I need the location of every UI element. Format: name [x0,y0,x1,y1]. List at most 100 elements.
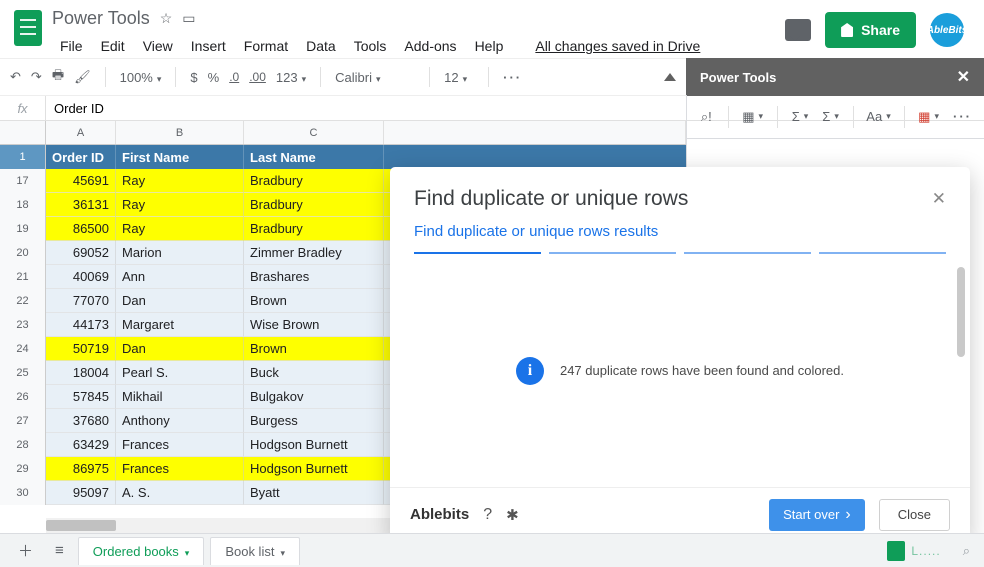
cell[interactable]: Anthony [116,409,244,433]
cell[interactable]: Hodgson Burnett [244,457,384,481]
row-header[interactable]: 24 [0,337,46,361]
bug-icon[interactable]: ✱ [506,506,519,524]
cell[interactable]: Ray [116,217,244,241]
cell[interactable]: 57845 [46,385,116,409]
bottom-search-icon[interactable]: ⌕ [963,543,970,559]
row-header[interactable]: 26 [0,385,46,409]
cell[interactable]: Byatt [244,481,384,505]
cell[interactable]: 36131 [46,193,116,217]
cell[interactable]: Bulgakov [244,385,384,409]
menu-format[interactable]: Format [236,34,296,58]
cell[interactable]: Hodgson Burnett [244,433,384,457]
cell[interactable]: 40069 [46,265,116,289]
print-icon[interactable]: 🖶 [52,66,64,88]
close-button[interactable]: Close [879,499,950,531]
cell[interactable]: Brown [244,289,384,313]
cell[interactable]: 50719 [46,337,116,361]
cell[interactable]: Frances [116,433,244,457]
cell[interactable]: 18004 [46,361,116,385]
cell[interactable]: 44173 [46,313,116,337]
redo-icon[interactable]: ↷ [31,69,42,85]
cell[interactable]: 69052 [46,241,116,265]
star-icon[interactable]: ☆ [160,10,173,27]
currency-button[interactable]: $ [190,70,197,85]
row-header[interactable]: 28 [0,433,46,457]
font-size-select[interactable]: 12 [444,70,474,85]
cell[interactable]: Zimmer Bradley [244,241,384,265]
menu-file[interactable]: File [52,34,91,58]
cell[interactable]: Dan [116,289,244,313]
menu-edit[interactable]: Edit [93,34,133,58]
row-header[interactable]: 29 [0,457,46,481]
cell[interactable]: Bradbury [244,217,384,241]
cell[interactable]: Buck [244,361,384,385]
decrease-decimal-button[interactable]: .0 [229,70,239,84]
cell[interactable]: 37680 [46,409,116,433]
cell[interactable]: 63429 [46,433,116,457]
row-header[interactable]: 21 [0,265,46,289]
row-header[interactable]: 27 [0,409,46,433]
cell[interactable]: 86500 [46,217,116,241]
cell[interactable]: Frances [116,457,244,481]
sheet-tab-book-list[interactable]: Book list [210,537,300,565]
paint-format-icon[interactable]: 🖌 [74,69,91,85]
column-header-c[interactable]: C [244,121,384,144]
cell[interactable]: Mikhail [116,385,244,409]
cell[interactable]: Bradbury [244,193,384,217]
cell[interactable]: Brashares [244,265,384,289]
add-sheet-icon[interactable]: ＋ [10,534,41,567]
row-header[interactable]: 18 [0,193,46,217]
all-sheets-icon[interactable]: ≡ [47,536,72,565]
help-icon[interactable]: ? [483,506,492,524]
font-select[interactable]: Calibri [335,70,415,85]
row-header[interactable]: 1 [0,145,46,169]
header-cell[interactable]: First Name [116,145,244,169]
header-cell[interactable]: Last Name [244,145,384,169]
row-header[interactable]: 22 [0,289,46,313]
cell[interactable]: Margaret [116,313,244,337]
row-header[interactable]: 17 [0,169,46,193]
undo-icon[interactable]: ↶ [10,69,21,85]
toolbar-more-icon[interactable]: ··· [503,70,522,85]
start-over-button[interactable]: Start over [769,499,865,531]
menu-data[interactable]: Data [298,34,344,58]
dialog-subtitle[interactable]: Find duplicate or unique rows results [390,221,970,252]
sheets-logo[interactable] [8,8,48,48]
column-header-a[interactable]: A [46,121,116,144]
cell[interactable]: Dan [116,337,244,361]
cell[interactable]: Bradbury [244,169,384,193]
cell[interactable]: Wise Brown [244,313,384,337]
header-cell[interactable]: Order ID [46,145,116,169]
cell[interactable]: 77070 [46,289,116,313]
cell[interactable]: Burgess [244,409,384,433]
row-header[interactable]: 20 [0,241,46,265]
formula-bar[interactable] [46,96,686,120]
cell[interactable]: Ann [116,265,244,289]
cell[interactable]: Ray [116,193,244,217]
zoom-select[interactable]: 100% [120,70,162,85]
cell[interactable]: Brown [244,337,384,361]
menu-insert[interactable]: Insert [183,34,234,58]
sheet-tab-ordered-books[interactable]: Ordered books [78,537,205,565]
number-format-button[interactable]: 123 [276,70,306,85]
percent-button[interactable]: % [208,70,220,85]
cell[interactable]: Marion [116,241,244,265]
drive-save-status[interactable]: All changes saved in Drive [527,34,708,58]
row-header[interactable]: 30 [0,481,46,505]
explore-icon[interactable] [887,541,905,561]
share-button[interactable]: Share [825,12,916,48]
cell[interactable]: 95097 [46,481,116,505]
row-header[interactable]: 19 [0,217,46,241]
cell[interactable]: 86975 [46,457,116,481]
account-avatar[interactable]: AbleBits [930,13,964,47]
document-title[interactable]: Power Tools [52,8,150,29]
cell[interactable]: 45691 [46,169,116,193]
cell[interactable]: Pearl S. [116,361,244,385]
increase-decimal-button[interactable]: .00 [249,70,266,84]
move-icon[interactable]: ▭ [182,10,195,27]
row-header[interactable]: 25 [0,361,46,385]
menu-help[interactable]: Help [467,34,512,58]
cell[interactable]: Ray [116,169,244,193]
comments-icon[interactable] [785,19,811,41]
menu-tools[interactable]: Tools [346,34,395,58]
